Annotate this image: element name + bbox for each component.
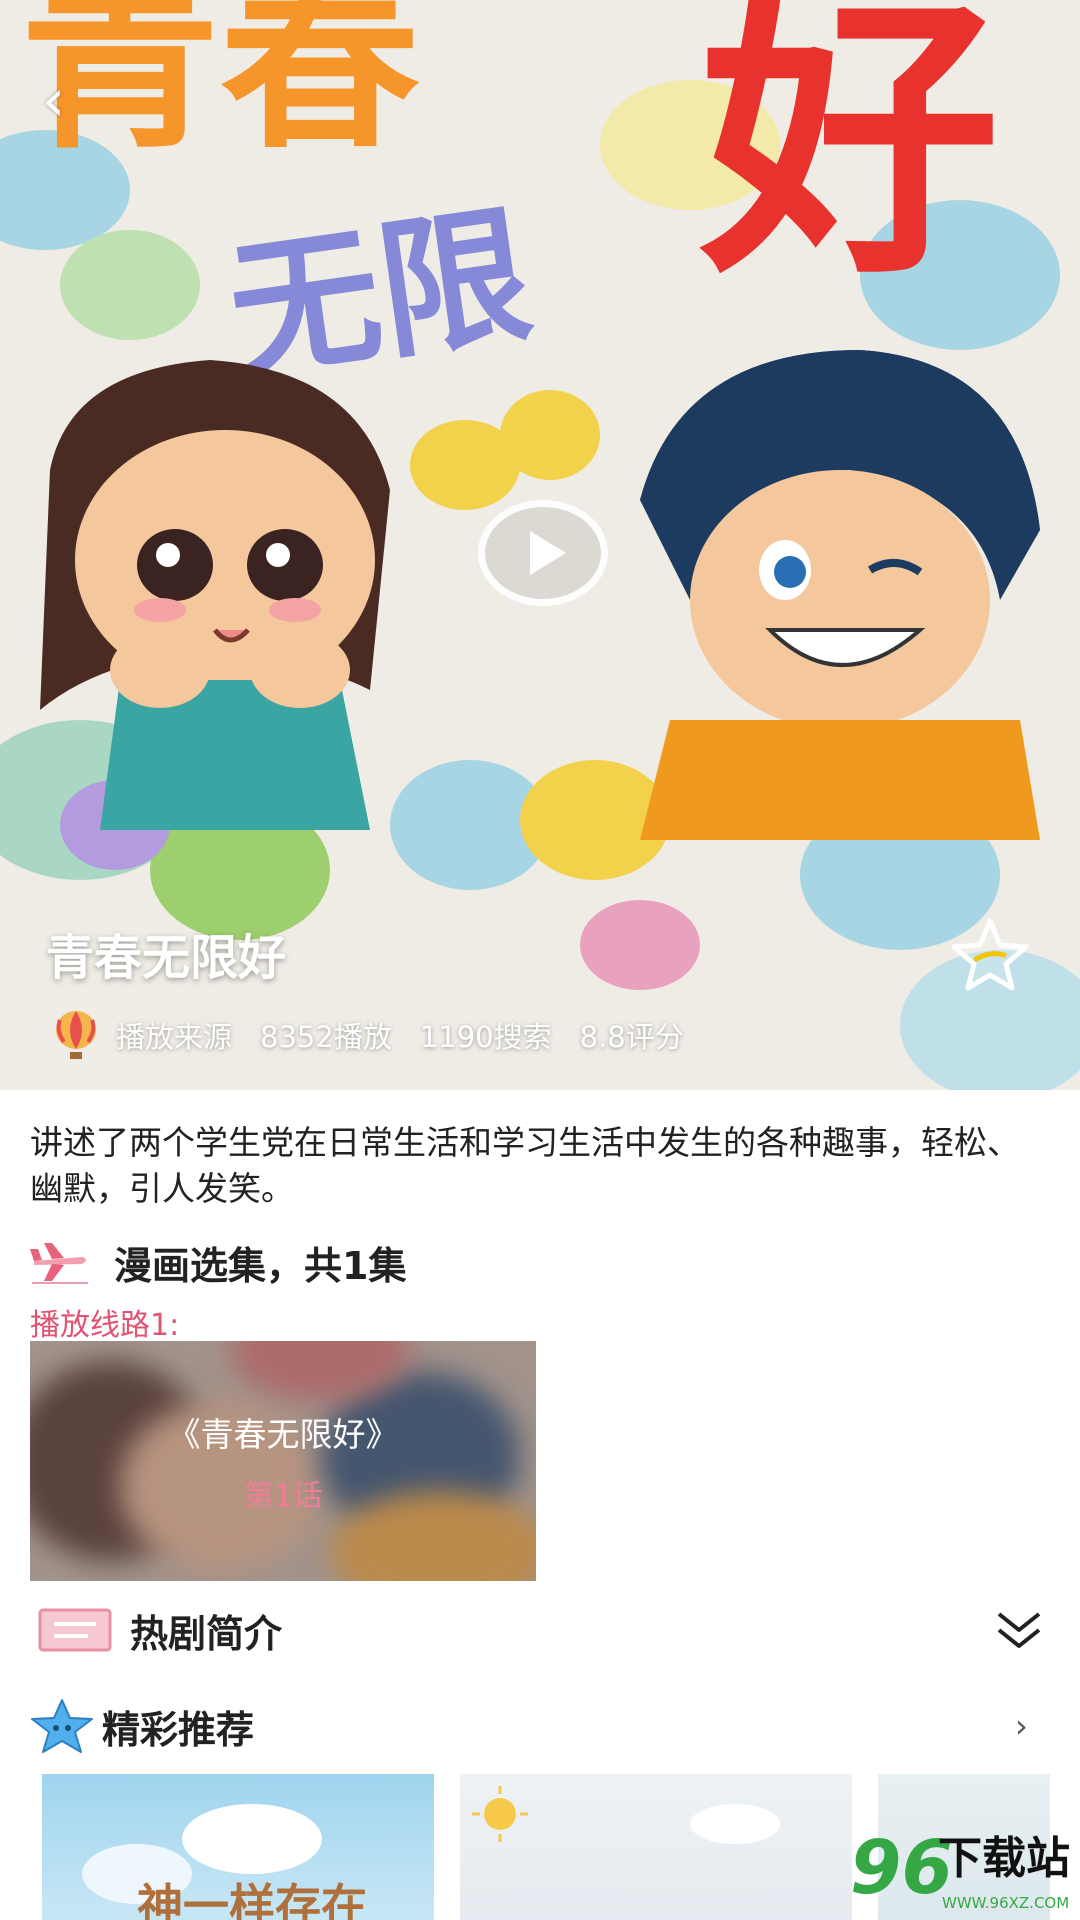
cover-girl-illustration [40, 360, 390, 830]
episode-number: 第1话 [243, 1479, 323, 1514]
comic-description: 讲述了两个学生党在日常生活和学习生活中发生的各种趣事，轻松、幽默，引人发笑。 [30, 1123, 1020, 1208]
episode-card[interactable]: 《青春无限好》 第1话 [30, 1341, 536, 1581]
cover-boy-illustration [640, 350, 1040, 840]
recommend-header: 精彩推荐 [30, 1698, 254, 1754]
chevron-right-icon[interactable]: › [1015, 1710, 1039, 1742]
recommend-card-title: 神一样存在 [137, 1879, 367, 1920]
episodes-header: 漫画选集，共1集 [30, 1234, 406, 1290]
rating: 8.8评分 [579, 1020, 684, 1054]
intro-heading: 热剧简介 [130, 1611, 283, 1656]
watermark-text: 下载站 [938, 1833, 1070, 1884]
recommend-card[interactable]: 神一样存在 [42, 1774, 434, 1920]
card-cloud [182, 1804, 322, 1874]
stats-row: 播放来源 8352播放 1190搜索 8.8评分 [50, 1010, 712, 1060]
cover-petal [60, 230, 200, 340]
hot-air-balloon-icon [56, 1011, 96, 1059]
star-outline-icon[interactable] [950, 915, 1030, 991]
episode-title: 《青春无限好》 [167, 1415, 399, 1454]
play-icon [530, 531, 566, 575]
route-label[interactable]: 播放线路1: [30, 1300, 179, 1344]
play-source[interactable]: 播放来源 [116, 1014, 232, 1056]
back-arrow-icon[interactable]: ‹ [42, 70, 82, 130]
hero-cover: 青春 好 无限 ‹ 青春无限好 播放来源 8352播放 1190搜索 8.8评分 [0, 0, 1080, 1090]
intro-header[interactable]: 热剧简介 [38, 1602, 282, 1658]
search-count: 1190搜索 [419, 1020, 552, 1054]
play-count: 8352播放 [260, 1020, 392, 1054]
envelope-icon [38, 1608, 112, 1652]
card-cloud [690, 1804, 780, 1844]
site-watermark: 96 下载站 WWW.96XZ.COM [850, 1828, 1076, 1920]
cover-petal [580, 900, 700, 990]
watermark-url: WWW.96XZ.COM [942, 1894, 1070, 1912]
recommend-heading: 精彩推荐 [102, 1707, 255, 1752]
episode-card-overlay [30, 1341, 536, 1581]
cover-title-hao: 好 [700, 0, 1000, 314]
blue-star-icon [31, 1699, 93, 1753]
airplane-icon [30, 1243, 88, 1284]
chevron-down-icon[interactable] [995, 1608, 1043, 1652]
cover-petal [500, 390, 600, 480]
sun-icon [472, 1786, 528, 1842]
recommend-card[interactable] [460, 1774, 852, 1920]
play-button[interactable] [478, 500, 608, 606]
comic-title: 青春无限好 [46, 930, 287, 986]
episodes-heading: 漫画选集，共1集 [114, 1243, 407, 1288]
